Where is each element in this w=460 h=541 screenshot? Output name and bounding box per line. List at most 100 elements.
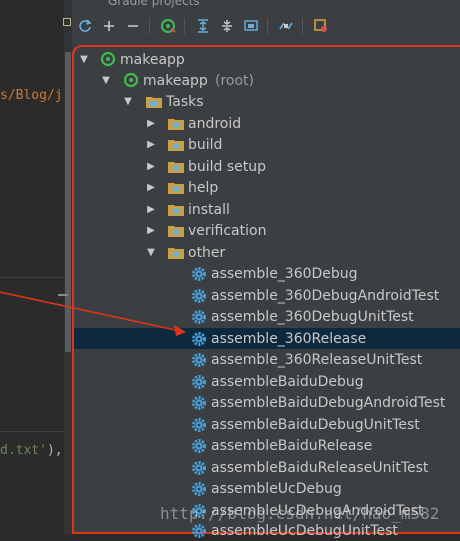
task-label: assemble_360DebugUnitTest <box>211 308 414 325</box>
collapsed-arrow-icon[interactable]: ▶ <box>145 139 157 150</box>
tree-node-label: android <box>188 115 242 132</box>
task-item[interactable]: assemble_360DebugUnitTest <box>74 306 460 327</box>
task-label: assemble_360ReleaseUnitTest <box>211 351 423 368</box>
code-string: d.txt' <box>0 443 47 458</box>
toolbar-separator <box>149 18 150 34</box>
folder-icon <box>168 205 184 216</box>
minus-icon[interactable] <box>122 15 144 37</box>
task-label: assemble_360Debug <box>211 265 358 282</box>
gear-icon <box>192 289 206 303</box>
task-label: assembleBaiduDebugUnitTest <box>211 416 420 433</box>
collapsed-arrow-icon[interactable]: ▶ <box>145 161 157 172</box>
tree-node-group-install[interactable]: ▶ install <box>74 199 460 220</box>
gradle-toolbar <box>72 14 460 38</box>
panel-title: Gradle projects <box>108 0 200 8</box>
gear-icon <box>192 418 206 432</box>
link-icon[interactable] <box>275 15 297 37</box>
gear-icon <box>192 439 206 453</box>
plus-icon[interactable] <box>98 15 120 37</box>
gear-icon <box>192 353 206 367</box>
folder-icon <box>168 119 184 130</box>
collapsed-arrow-icon[interactable]: ▶ <box>145 225 157 236</box>
folder-icon <box>146 97 162 108</box>
task-item[interactable]: assemble_360ReleaseUnitTest <box>74 349 460 370</box>
gear-icon <box>192 332 206 346</box>
collapsed-arrow-icon[interactable]: ▶ <box>145 204 157 215</box>
task-item[interactable]: assemble_360DebugAndroidTest <box>74 285 460 306</box>
tree-node-group-verification[interactable]: ▶ verification <box>74 220 460 241</box>
folder-icon <box>168 248 184 259</box>
task-item[interactable]: assembleBaiduDebugAndroidTest <box>74 392 460 413</box>
folder-icon <box>168 162 184 173</box>
tree-node-suffix: (root) <box>215 72 254 89</box>
gear-icon <box>192 461 206 475</box>
tree-node-group-build-setup[interactable]: ▶ build setup <box>74 156 460 177</box>
expand-arrow-icon[interactable]: ▼ <box>122 96 134 107</box>
collapsed-arrow-icon[interactable]: ▶ <box>145 118 157 129</box>
expand-arrow-icon[interactable]: ▼ <box>100 75 112 86</box>
tree-node-label: verification <box>188 222 267 239</box>
tree-node-group-android[interactable]: ▶ android <box>74 113 460 134</box>
tree-node-group-build[interactable]: ▶ build <box>74 134 460 155</box>
toolbar-separator <box>302 18 303 34</box>
task-label: assembleUcDebug <box>211 480 342 497</box>
expand-arrow-icon[interactable]: ▼ <box>78 54 90 65</box>
gear-icon <box>192 267 206 281</box>
task-item[interactable]: assembleBaiduDebugUnitTest <box>74 414 460 435</box>
collapse-all-icon[interactable] <box>216 15 238 37</box>
tree-node-project[interactable]: ▼ makeapp (root) <box>74 70 460 91</box>
code-editor[interactable]: s/Blog/jk d.txt'), <box>0 0 64 534</box>
tree-node-label: Tasks <box>166 93 204 110</box>
settings-icon[interactable] <box>310 15 332 37</box>
toolbar-separator <box>267 18 268 34</box>
tree-node-group-other[interactable]: ▼ other <box>74 242 460 263</box>
folder-icon <box>168 183 184 194</box>
tree-node-label: build <box>188 136 223 153</box>
gear-icon <box>192 524 206 538</box>
collapsed-arrow-icon[interactable]: ▶ <box>145 182 157 193</box>
editor-scrollbar[interactable] <box>65 52 71 352</box>
gear-icon <box>192 310 206 324</box>
gradle-module-icon <box>100 51 116 67</box>
code-line-filename: d.txt'), <box>0 443 63 458</box>
task-item[interactable]: assembleUcDebug <box>74 478 460 499</box>
task-item-selected[interactable]: assemble_360Release <box>74 328 460 349</box>
tree-node-label: makeapp <box>120 51 185 68</box>
task-item[interactable]: assembleBaiduReleaseUnitTest <box>74 457 460 478</box>
task-label: assembleUcDebugUnitTest <box>211 522 398 539</box>
tree-node-group-help[interactable]: ▶ help <box>74 177 460 198</box>
tree-node-label: makeapp <box>143 72 208 89</box>
editor-divider <box>0 431 64 432</box>
task-label: assembleBaiduDebug <box>211 373 364 390</box>
task-label: assemble_360DebugAndroidTest <box>211 287 440 304</box>
task-item[interactable]: assemble_360Debug <box>74 263 460 284</box>
task-item[interactable]: assembleBaiduDebug <box>74 371 460 392</box>
gradle-run-icon[interactable] <box>157 15 179 37</box>
code-punct: ), <box>46 443 63 458</box>
task-item[interactable]: assembleUcDebugUnitTest <box>74 520 460 541</box>
gear-icon <box>192 482 206 496</box>
watermark: http://blog.csdn.net/hao_m582 <box>160 504 440 523</box>
expand-arrow-icon[interactable]: ▼ <box>145 247 157 258</box>
folder-icon <box>168 226 184 237</box>
task-label: assembleBaiduRelease <box>211 437 373 454</box>
gradle-module-icon <box>123 72 139 88</box>
panel-window-icon <box>63 18 71 26</box>
toggle-offline-icon[interactable] <box>240 15 262 37</box>
gradle-task-tree[interactable]: ▼ makeapp ▼ makeapp (root) ▼ Tasks ▶ and… <box>72 45 460 539</box>
tree-node-tasks[interactable]: ▼ Tasks <box>74 91 460 112</box>
task-label: assembleBaiduReleaseUnitTest <box>211 459 429 476</box>
task-label: assembleBaiduDebugAndroidTest <box>211 394 446 411</box>
tree-node-root[interactable]: ▼ makeapp <box>74 49 460 70</box>
task-item[interactable]: assembleBaiduRelease <box>74 435 460 456</box>
refresh-icon[interactable] <box>74 15 96 37</box>
tree-node-label: help <box>188 179 219 196</box>
panel-splitter-handle[interactable] <box>58 294 68 296</box>
code-line-path: s/Blog/jk <box>0 88 64 103</box>
folder-icon <box>168 140 184 151</box>
expand-all-icon[interactable] <box>192 15 214 37</box>
task-label: assemble_360Release <box>211 330 367 347</box>
toolbar-separator <box>184 18 185 34</box>
tree-node-label: build setup <box>188 158 267 175</box>
tree-node-label: other <box>188 244 226 261</box>
